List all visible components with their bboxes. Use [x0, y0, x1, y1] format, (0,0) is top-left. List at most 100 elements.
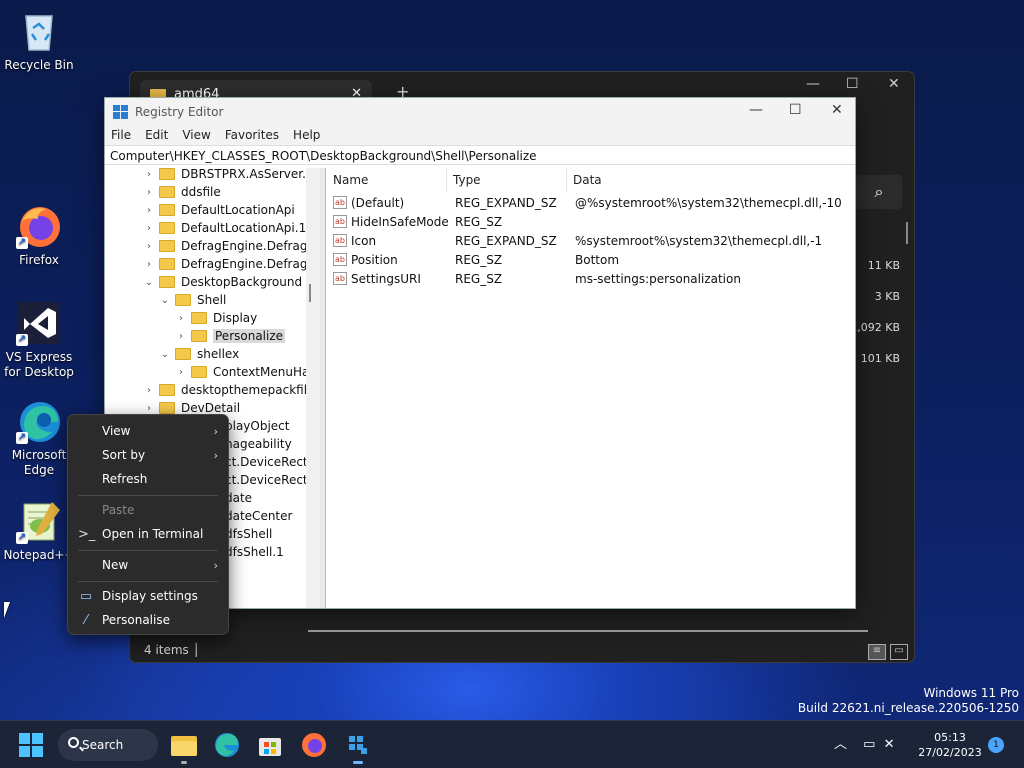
tree-node[interactable]: ct.DeviceRect	[225, 453, 308, 471]
pane-splitter[interactable]	[320, 168, 326, 608]
value-row[interactable]: ab HideInSafeMode REG_SZ	[327, 212, 847, 231]
chevron-icon[interactable]: ›	[143, 241, 155, 252]
tree-node[interactable]: ⌄ Shell	[159, 291, 226, 309]
chevron-icon[interactable]: ›	[143, 385, 155, 396]
menu-item-refresh[interactable]: Refresh	[68, 468, 228, 490]
tree-node[interactable]: › ContextMenuHar	[175, 363, 314, 381]
notification-badge[interactable]: 1	[988, 737, 1004, 753]
status-item-count: 4 items │	[144, 643, 200, 657]
chevron-icon[interactable]: ⌄	[143, 277, 155, 288]
tree-node-label: desktopthemepackfile	[181, 383, 315, 397]
desktop-icon-firefox[interactable]: ↗ Firefox	[1, 203, 77, 268]
chevron-icon[interactable]: ⌄	[159, 349, 171, 360]
minimize-button[interactable]: —	[806, 76, 820, 92]
menu-help[interactable]: Help	[293, 128, 320, 142]
address-bar[interactable]: Computer\HKEY_CLASSES_ROOT\DesktopBackgr…	[105, 145, 855, 165]
tree-node[interactable]: › DefragEngine.DefragEn	[143, 255, 319, 273]
taskbar-file-explorer[interactable]	[168, 729, 200, 764]
values-list[interactable]: Name Type Data ab (Default) REG_EXPAND_SZ @…	[327, 168, 855, 608]
menu-item-view[interactable]: View ›	[68, 420, 228, 442]
menu-item-sort-by[interactable]: Sort by ›	[68, 444, 228, 466]
tree-node[interactable]: nageability	[225, 435, 292, 453]
desktop-icon-notepadpp[interactable]: ↗ Notepad++	[1, 498, 77, 563]
close-button[interactable]: ✕	[888, 76, 900, 92]
value-row[interactable]: ab Position REG_SZ Bottom	[327, 250, 847, 269]
tree-node[interactable]: › Display	[175, 309, 257, 327]
tree-node[interactable]: › DefragEngine.DefragEn	[143, 237, 319, 255]
chevron-icon[interactable]: ›	[143, 169, 155, 180]
tree-node[interactable]: › DefaultLocationApi	[143, 201, 295, 219]
chevron-icon[interactable]: ›	[143, 259, 155, 270]
tree-node[interactable]: ⌄ DesktopBackground	[143, 273, 302, 291]
tree-node[interactable]: dfsShell.1	[225, 543, 284, 561]
chevron-icon[interactable]: ›	[143, 403, 155, 414]
menu-item-display-settings[interactable]: ▭ Display settings	[68, 585, 228, 607]
tree-node[interactable]: ⌄ shellex	[159, 345, 239, 363]
tree-node[interactable]: dateCenter	[225, 507, 292, 525]
value-row[interactable]: ab Icon REG_EXPAND_SZ %systemroot%\system32…	[327, 231, 847, 250]
tree-node[interactable]: playObject	[225, 417, 290, 435]
value-row[interactable]: ab SettingsURI REG_SZ ms-settings:personali…	[327, 269, 847, 288]
details-view-button[interactable]: ≡	[868, 644, 886, 660]
value-data: Bottom	[575, 252, 620, 267]
menu-edit[interactable]: Edit	[145, 128, 168, 142]
maximize-button[interactable]: ☐	[789, 102, 802, 118]
chevron-icon[interactable]: ⌄	[159, 295, 171, 306]
title-bar[interactable]: Registry Editor	[105, 98, 855, 125]
desktop-icon-vs-express[interactable]: ↗ VS Express for Desktop	[1, 300, 77, 380]
column-header-type[interactable]: Type	[447, 168, 567, 192]
tree-node-label: DevDetail	[181, 401, 241, 415]
scrollbar[interactable]	[906, 222, 908, 244]
column-header-name[interactable]: Name	[327, 168, 447, 192]
tree-node-label: ct.DeviceRect.	[225, 473, 312, 487]
watermark-edition: Windows 11 Pro	[923, 686, 1019, 700]
value-type: REG_EXPAND_SZ	[455, 233, 557, 248]
minimize-button[interactable]: —	[749, 102, 763, 118]
taskbar-regedit[interactable]	[342, 729, 374, 764]
menu-item-personalise[interactable]: ⁄ Personalise	[68, 609, 228, 631]
menu-item-paste: Paste	[102, 503, 135, 517]
show-hidden-icons-chevron-up-icon[interactable]: ︿	[834, 737, 847, 752]
tree-node[interactable]: date	[225, 489, 252, 507]
tree-node-label: ct.DeviceRect	[225, 455, 308, 469]
desktop-icon-edge[interactable]: ↗ Microsoft Edge	[1, 398, 77, 478]
tiles-view-button[interactable]: ▭	[890, 644, 908, 660]
taskbar-store[interactable]	[254, 729, 286, 761]
chevron-icon[interactable]: ›	[175, 331, 187, 342]
chevron-icon[interactable]: ›	[175, 313, 187, 324]
network-icon[interactable]: ▭	[863, 737, 875, 752]
chevron-icon[interactable]: ›	[143, 187, 155, 198]
tree-node[interactable]: dfsShell	[225, 525, 272, 543]
chevron-icon[interactable]: ›	[143, 205, 155, 216]
desktop-icon-recycle-bin[interactable]: Recycle Bin	[1, 8, 77, 73]
menu-view[interactable]: View	[182, 128, 210, 142]
close-button[interactable]: ✕	[831, 102, 843, 118]
volume-muted-icon[interactable]: ✕	[884, 737, 895, 752]
chevron-icon[interactable]: ›	[175, 367, 187, 378]
value-row[interactable]: ab (Default) REG_EXPAND_SZ @%systemroot%\sy…	[327, 193, 847, 212]
tree-scrollbar[interactable]	[306, 168, 320, 608]
menu-favorites[interactable]: Favorites	[225, 128, 279, 142]
taskbar-clock[interactable]: 05:13 27/02/2023	[918, 730, 982, 760]
terminal-icon: >_	[78, 526, 96, 542]
taskbar-search[interactable]: Search	[58, 729, 158, 761]
tree-node[interactable]: ct.DeviceRect.	[225, 471, 311, 489]
tree-node[interactable]: › Personalize	[175, 327, 286, 345]
tree-node-label: dfsShell	[225, 527, 273, 541]
scrollbar-thumb[interactable]	[309, 284, 311, 302]
start-button[interactable]	[19, 733, 43, 757]
chevron-icon[interactable]: ›	[143, 223, 155, 234]
tree-node[interactable]: › DBRSTPRX.AsServer.1	[143, 168, 314, 183]
column-header-data[interactable]: Data	[567, 168, 847, 192]
horizontal-scrollbar[interactable]	[308, 630, 868, 632]
search-icon[interactable]: ⌕	[856, 175, 902, 209]
taskbar-firefox[interactable]	[298, 729, 330, 761]
menu-item-open-terminal[interactable]: >_ Open in Terminal	[68, 523, 228, 545]
menu-item-new[interactable]: New ›	[68, 554, 228, 576]
tree-node[interactable]: › DefaultLocationApi.1	[143, 219, 306, 237]
tree-node[interactable]: › ddsfile	[143, 183, 221, 201]
maximize-button[interactable]: ☐	[846, 76, 859, 92]
taskbar-edge[interactable]	[211, 729, 243, 761]
menu-file[interactable]: File	[111, 128, 131, 142]
tree-node[interactable]: › desktopthemepackfile	[143, 381, 314, 399]
